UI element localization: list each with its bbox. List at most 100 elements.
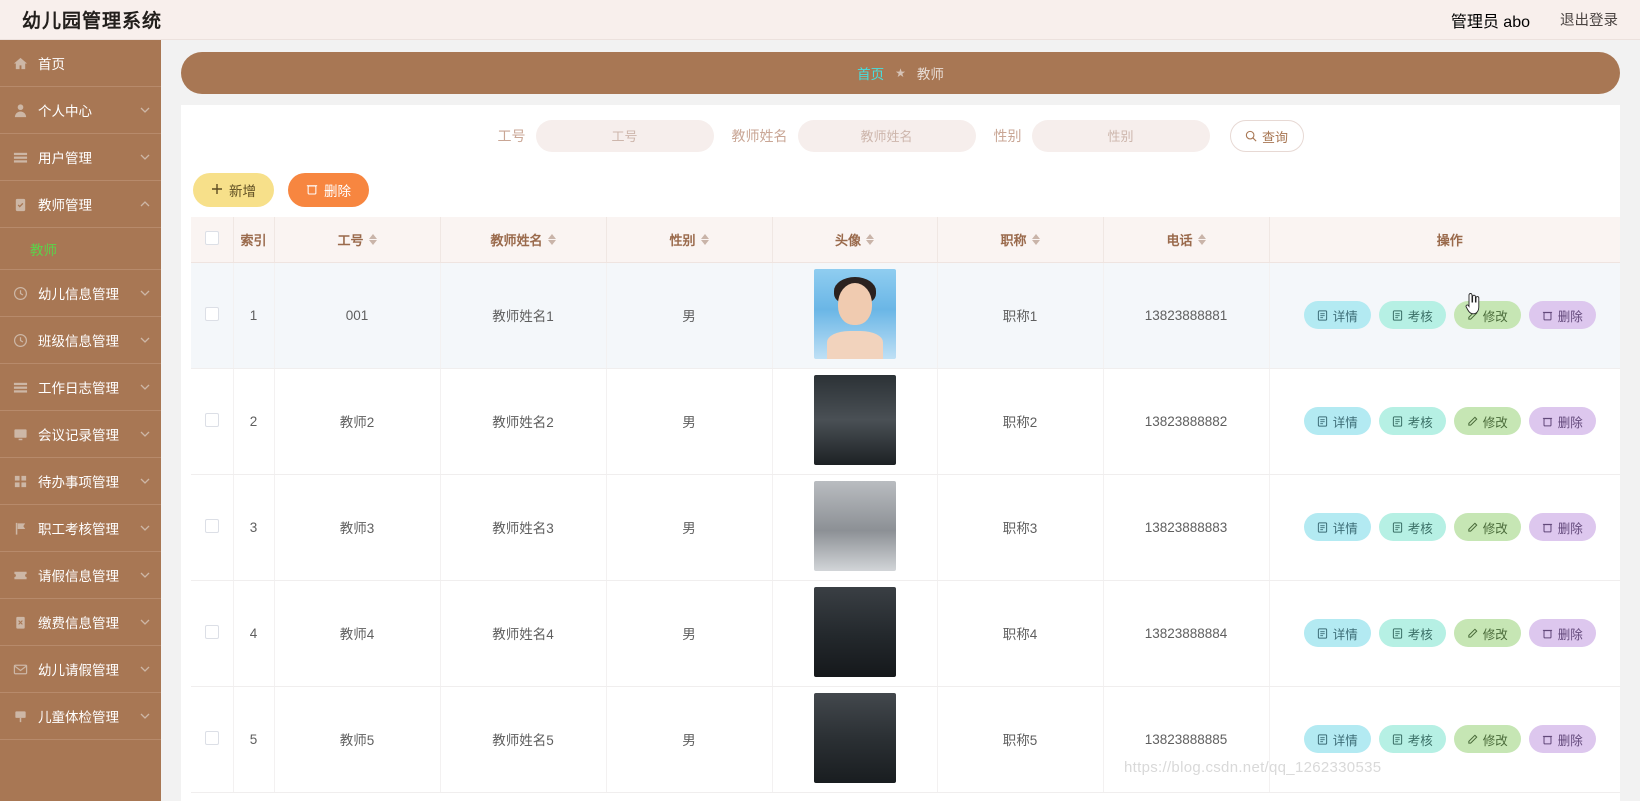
- row-checkbox[interactable]: [205, 625, 219, 639]
- th-name[interactable]: 教师姓名: [440, 217, 606, 262]
- clock-icon: [12, 332, 29, 349]
- table-row[interactable]: 4 教师4 教师姓名4 男 职称4 13823888884: [191, 580, 1620, 686]
- teacher-name-input[interactable]: [798, 120, 976, 152]
- assess-button[interactable]: 考核: [1379, 407, 1446, 435]
- sort-icon[interactable]: [701, 234, 709, 245]
- table-row[interactable]: 5 教师5 教师姓名5 男 职称5 13823888885: [191, 686, 1620, 792]
- cell-avatar: [772, 368, 937, 474]
- cell-operations: 详情 考核 修改: [1269, 368, 1620, 474]
- sort-icon[interactable]: [866, 234, 874, 245]
- cell-gender: 男: [606, 474, 772, 580]
- cell-avatar: [772, 580, 937, 686]
- cell-title: 职称1: [937, 262, 1103, 368]
- cell-avatar: [772, 686, 937, 792]
- select-all-checkbox[interactable]: [205, 231, 219, 245]
- search-button[interactable]: 查询: [1230, 120, 1304, 152]
- assess-button[interactable]: 考核: [1379, 301, 1446, 329]
- row-delete-button[interactable]: 删除: [1529, 619, 1596, 647]
- sidebar-item-todo-management[interactable]: 待办事项管理: [0, 458, 161, 505]
- row-delete-button[interactable]: 删除: [1529, 725, 1596, 753]
- sidebar-item-child-info-management[interactable]: 幼儿信息管理: [0, 270, 161, 317]
- sidebar-item-user-management[interactable]: 用户管理: [0, 134, 161, 181]
- detail-button[interactable]: 详情: [1304, 513, 1371, 541]
- logout-button[interactable]: 退出登录: [1560, 9, 1618, 30]
- detail-button-label: 详情: [1333, 730, 1358, 749]
- add-button[interactable]: 新增: [193, 173, 274, 207]
- sidebar-item-leave-info-management[interactable]: 请假信息管理: [0, 552, 161, 599]
- jobno-input[interactable]: [536, 120, 714, 152]
- detail-button-label: 详情: [1333, 624, 1358, 643]
- sidebar-item-teacher-management[interactable]: 教师管理: [0, 181, 161, 228]
- assess-button[interactable]: 考核: [1379, 725, 1446, 753]
- assess-button[interactable]: 考核: [1379, 513, 1446, 541]
- edit-button-label: 修改: [1483, 730, 1508, 749]
- sort-icon[interactable]: [1198, 234, 1206, 245]
- cell-jobno: 教师2: [274, 368, 440, 474]
- document-icon: [1392, 416, 1403, 427]
- detail-button[interactable]: 详情: [1304, 725, 1371, 753]
- table-header: 索引 工号 教师姓名 性别: [191, 217, 1620, 262]
- table-header-row: 索引 工号 教师姓名 性别: [191, 217, 1620, 262]
- sort-icon[interactable]: [369, 234, 377, 245]
- avatar[interactable]: [814, 269, 896, 359]
- table-row[interactable]: 3 教师3 教师姓名3 男 职称3 13823888883: [191, 474, 1620, 580]
- th-avatar[interactable]: 头像: [772, 217, 937, 262]
- row-delete-button[interactable]: 删除: [1529, 513, 1596, 541]
- sort-icon[interactable]: [1032, 234, 1040, 245]
- header-user-area: 管理员 abo 退出登录: [1451, 8, 1618, 32]
- sidebar-item-personal-center[interactable]: 个人中心: [0, 87, 161, 134]
- sidebar-item-home[interactable]: 首页: [0, 40, 161, 87]
- avatar[interactable]: [814, 587, 896, 677]
- chevron-down-icon: [139, 663, 151, 675]
- th-jobno[interactable]: 工号: [274, 217, 440, 262]
- sidebar-subitem-teacher[interactable]: 教师: [0, 228, 161, 270]
- breadcrumb-home-link[interactable]: 首页: [857, 63, 884, 83]
- sidebar-item-meeting-record-management[interactable]: 会议记录管理: [0, 411, 161, 458]
- row-delete-button[interactable]: 删除: [1529, 407, 1596, 435]
- edit-button[interactable]: 修改: [1454, 513, 1521, 541]
- row-delete-button[interactable]: 删除: [1529, 301, 1596, 329]
- table-row[interactable]: 1 001 教师姓名1 男 职称1 13823888881: [191, 262, 1620, 368]
- detail-button[interactable]: 详情: [1304, 301, 1371, 329]
- avatar[interactable]: [814, 375, 896, 465]
- avatar[interactable]: [814, 481, 896, 571]
- th-operations-label: 操作: [1437, 230, 1463, 249]
- table-row[interactable]: 2 教师2 教师姓名2 男 职称2 13823888882: [191, 368, 1620, 474]
- edit-button[interactable]: 修改: [1454, 725, 1521, 753]
- detail-button[interactable]: 详情: [1304, 619, 1371, 647]
- cell-name: 教师姓名2: [440, 368, 606, 474]
- sidebar-item-child-medical-management[interactable]: 儿童体检管理: [0, 693, 161, 740]
- edit-button[interactable]: 修改: [1454, 619, 1521, 647]
- sidebar-item-staff-assessment-management[interactable]: 职工考核管理: [0, 505, 161, 552]
- filter-gender-label: 性别: [994, 126, 1022, 146]
- row-delete-button-label: 删除: [1558, 518, 1583, 537]
- cell-phone: 13823888883: [1103, 474, 1269, 580]
- row-checkbox[interactable]: [205, 307, 219, 321]
- sidebar-item-payment-info-management[interactable]: 缴费信息管理: [0, 599, 161, 646]
- row-checkbox[interactable]: [205, 413, 219, 427]
- sidebar-item-label: 教师管理: [38, 194, 139, 214]
- th-phone[interactable]: 电话: [1103, 217, 1269, 262]
- sidebar-item-class-info-management[interactable]: 班级信息管理: [0, 317, 161, 364]
- sidebar-item-child-leave-management[interactable]: 幼儿请假管理: [0, 646, 161, 693]
- gender-input[interactable]: [1032, 120, 1210, 152]
- cell-title: 职称5: [937, 686, 1103, 792]
- cell-avatar: [772, 474, 937, 580]
- sidebar-item-label: 请假信息管理: [38, 565, 139, 585]
- sidebar-item-worklog-management[interactable]: 工作日志管理: [0, 364, 161, 411]
- row-checkbox[interactable]: [205, 731, 219, 745]
- row-delete-button-label: 删除: [1558, 306, 1583, 325]
- edit-button[interactable]: 修改: [1454, 407, 1521, 435]
- pencil-icon: [1467, 522, 1478, 533]
- avatar[interactable]: [814, 693, 896, 783]
- assess-button[interactable]: 考核: [1379, 619, 1446, 647]
- row-checkbox[interactable]: [205, 519, 219, 533]
- edit-button[interactable]: 修改: [1454, 301, 1521, 329]
- th-title[interactable]: 职称: [937, 217, 1103, 262]
- sort-icon[interactable]: [548, 234, 556, 245]
- edit-button-label: 修改: [1483, 518, 1508, 537]
- delete-button[interactable]: 删除: [288, 173, 369, 207]
- detail-button[interactable]: 详情: [1304, 407, 1371, 435]
- th-gender[interactable]: 性别: [606, 217, 772, 262]
- sidebar-nav: 首页 个人中心 用户管理 教师管理: [0, 40, 161, 801]
